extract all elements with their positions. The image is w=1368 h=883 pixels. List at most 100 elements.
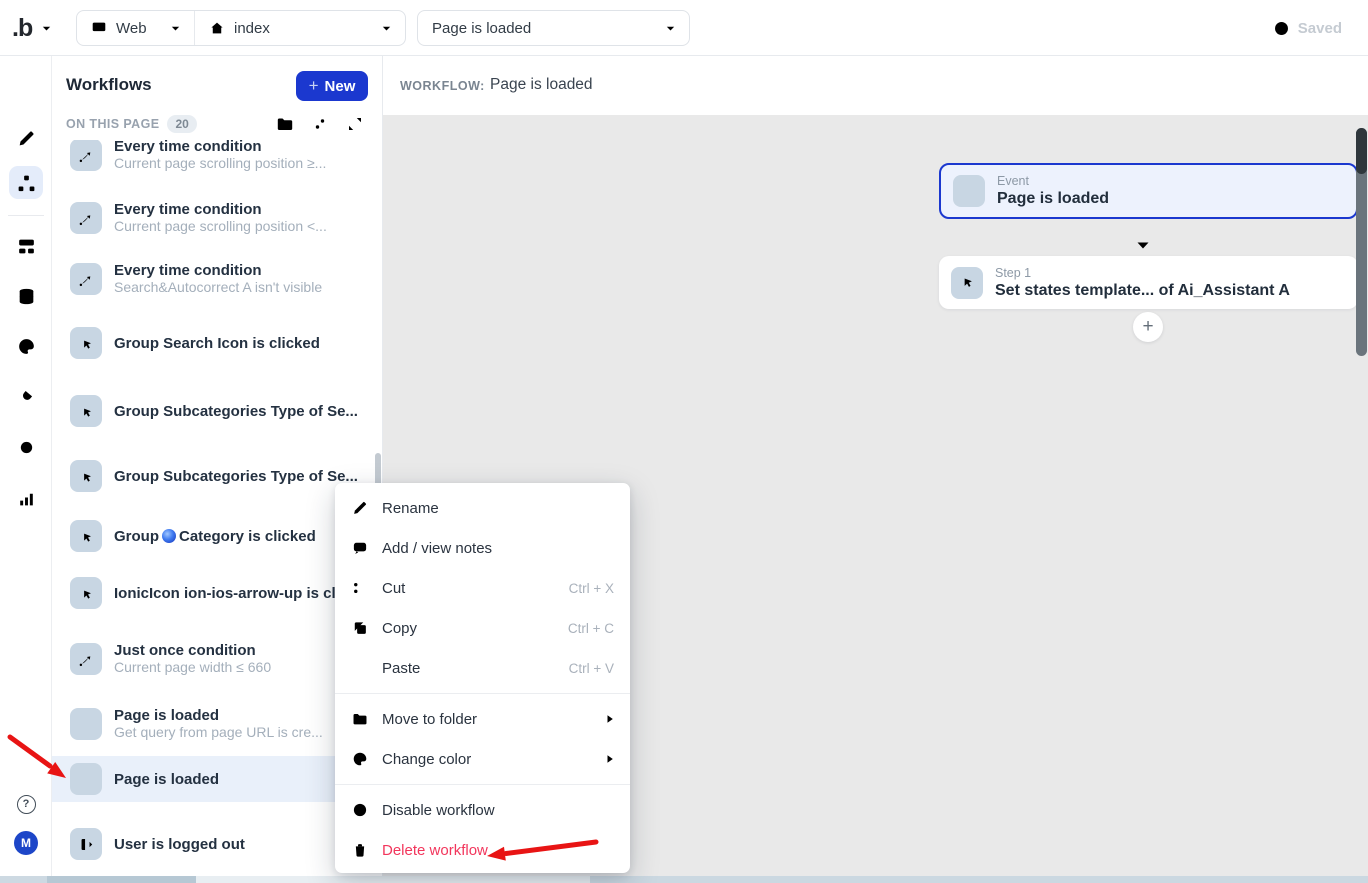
palette-icon [16,336,37,357]
device-label: Web [116,20,147,37]
menu-item-delete-workflow[interactable]: Delete workflow [335,830,630,870]
asterisk-paste-icon [351,659,369,677]
expand-panel-icon[interactable] [345,114,365,134]
workflow-selector-label: Page is loaded [432,20,531,37]
item-title: GroupCategory is clicked [114,528,316,545]
copy-icon [351,619,369,637]
condition-trend-icon [70,140,102,171]
workflow-list-item[interactable]: Group Subcategories Type of Se... [52,453,382,499]
logo-menu-chevron-icon[interactable] [40,22,53,35]
item-subtitle: Current page scrolling position <... [114,218,327,235]
workflow-list-item[interactable]: Group Search Icon is clicked [52,320,382,366]
nav-styles-tab[interactable] [0,328,52,364]
hscroll-segment [196,876,590,883]
filter-sliders-icon[interactable] [310,114,330,134]
horizontal-scrollbar[interactable] [0,876,1368,883]
submenu-caret-icon [606,714,614,724]
menu-divider [335,784,630,785]
pencil-icon [351,499,369,517]
chevron-down-icon [169,22,182,35]
hscroll-segment [0,876,47,883]
page-label: index [234,20,270,37]
node-title: Page is loaded [997,189,1109,208]
save-status-label: Saved [1298,20,1342,37]
workflow-list-item[interactable]: Page is loadedGet query from page URL is… [52,701,382,747]
nav-settings-tab[interactable] [0,429,52,465]
plug-icon [16,386,37,407]
chevron-down-icon [380,22,393,35]
item-title: IonicIcon ion-ios-arrow-up is cli... [114,585,352,602]
bubble-workflow-editor: .b Web index Page is loaded Saved [0,0,1368,883]
help-button[interactable]: ? [0,786,52,822]
menu-item-change-color[interactable]: Change color [335,739,630,779]
scope-label: ON THIS PAGE [66,117,159,131]
condition-trend-icon [70,263,102,295]
nav-reusables-tab[interactable] [0,228,52,264]
device-page-selector: Web index [76,10,406,46]
shortcut-label: Ctrl + X [569,581,614,596]
save-status: Saved [1272,0,1342,56]
item-title: Just once condition [114,642,271,659]
workflow-list-item[interactable]: User is logged out [52,821,382,867]
canvas-scrollbar-thumb[interactable] [1356,128,1367,174]
click-cursor-icon [70,395,102,427]
database-icon [16,286,37,307]
node-kind: Event [997,174,1109,189]
menu-item-cut[interactable]: Cut Ctrl + X [335,568,630,608]
user-avatar[interactable]: M [0,825,52,861]
avatar: M [14,831,38,855]
menu-item-disable-workflow[interactable]: Disable workflow [335,790,630,830]
workflow-list-item[interactable]: Every time conditionSearch&Autocorrect A… [52,256,382,302]
workflow-list-item[interactable]: Every time conditionCurrent page scrolli… [52,195,382,241]
item-title: User is logged out [114,836,245,853]
plus-icon: + [309,77,319,94]
trash-icon [351,841,369,859]
item-title: Every time condition [114,140,326,155]
add-action-button[interactable]: + [1133,312,1163,342]
nav-data-tab[interactable] [0,278,52,314]
workflow-selector-dropdown[interactable]: Page is loaded [417,10,690,46]
item-title: Every time condition [114,262,322,279]
click-cursor-icon [70,460,102,492]
check-circle-icon [1272,19,1291,38]
workflow-list-item[interactable]: Every time conditionCurrent page scrolli… [52,140,382,178]
workflow-name: Page is loaded [490,76,593,94]
workflow-list-item[interactable]: Just once conditionCurrent page width ≤ … [52,636,382,682]
workflow-list-item-selected[interactable]: Page is loaded [52,756,382,802]
nav-design-tab[interactable] [0,120,52,156]
page-loaded-burst-icon [953,175,985,207]
menu-item-paste[interactable]: Paste Ctrl + V [335,648,630,688]
menu-item-copy[interactable]: Copy Ctrl + C [335,608,630,648]
page-dropdown[interactable]: index [195,11,405,45]
condition-trend-icon [70,202,102,234]
bar-chart-icon [16,488,37,509]
menu-item-rename[interactable]: Rename [335,488,630,528]
layout-blocks-icon [16,236,37,257]
pointer-icon [951,267,983,299]
workflow-list-item[interactable]: GroupCategory is clicked [52,513,382,559]
device-dropdown[interactable]: Web [77,11,195,45]
new-workflow-button[interactable]: + New [296,71,368,101]
page-loaded-burst-icon [70,763,102,795]
panel-title: Workflows [66,75,152,95]
submenu-caret-icon [606,754,614,764]
bubble-logo[interactable]: .b [12,14,32,43]
step-node[interactable]: Step 1Set states template... of Ai_Assis… [939,256,1358,309]
workflow-list-item[interactable]: IonicIcon ion-ios-arrow-up is cli... [52,570,382,616]
node-title: Set states template... of Ai_Assistant A [995,281,1290,300]
add-folder-icon[interactable] [275,114,295,134]
workflow-context-menu: Rename Add / view notes Cut Ctrl + X Cop… [335,483,630,873]
event-node[interactable]: EventPage is loaded [939,163,1358,219]
gear-icon [16,437,37,458]
page-loaded-burst-icon [70,708,102,740]
nav-workflow-tab[interactable] [0,165,52,201]
canvas-header: WORKFLOW: Page is loaded [383,56,1368,115]
item-subtitle: Current page width ≤ 660 [114,659,271,676]
workflow-list-item[interactable]: Group Subcategories Type of Se... [52,388,382,434]
hscroll-thumb[interactable] [47,876,196,883]
menu-item-move-to-folder[interactable]: Move to folder [335,699,630,739]
nav-plugins-tab[interactable] [0,378,52,414]
nav-logs-tab[interactable] [0,480,52,516]
menu-item-notes[interactable]: Add / view notes [335,528,630,568]
workflow-tree-icon [16,173,37,194]
